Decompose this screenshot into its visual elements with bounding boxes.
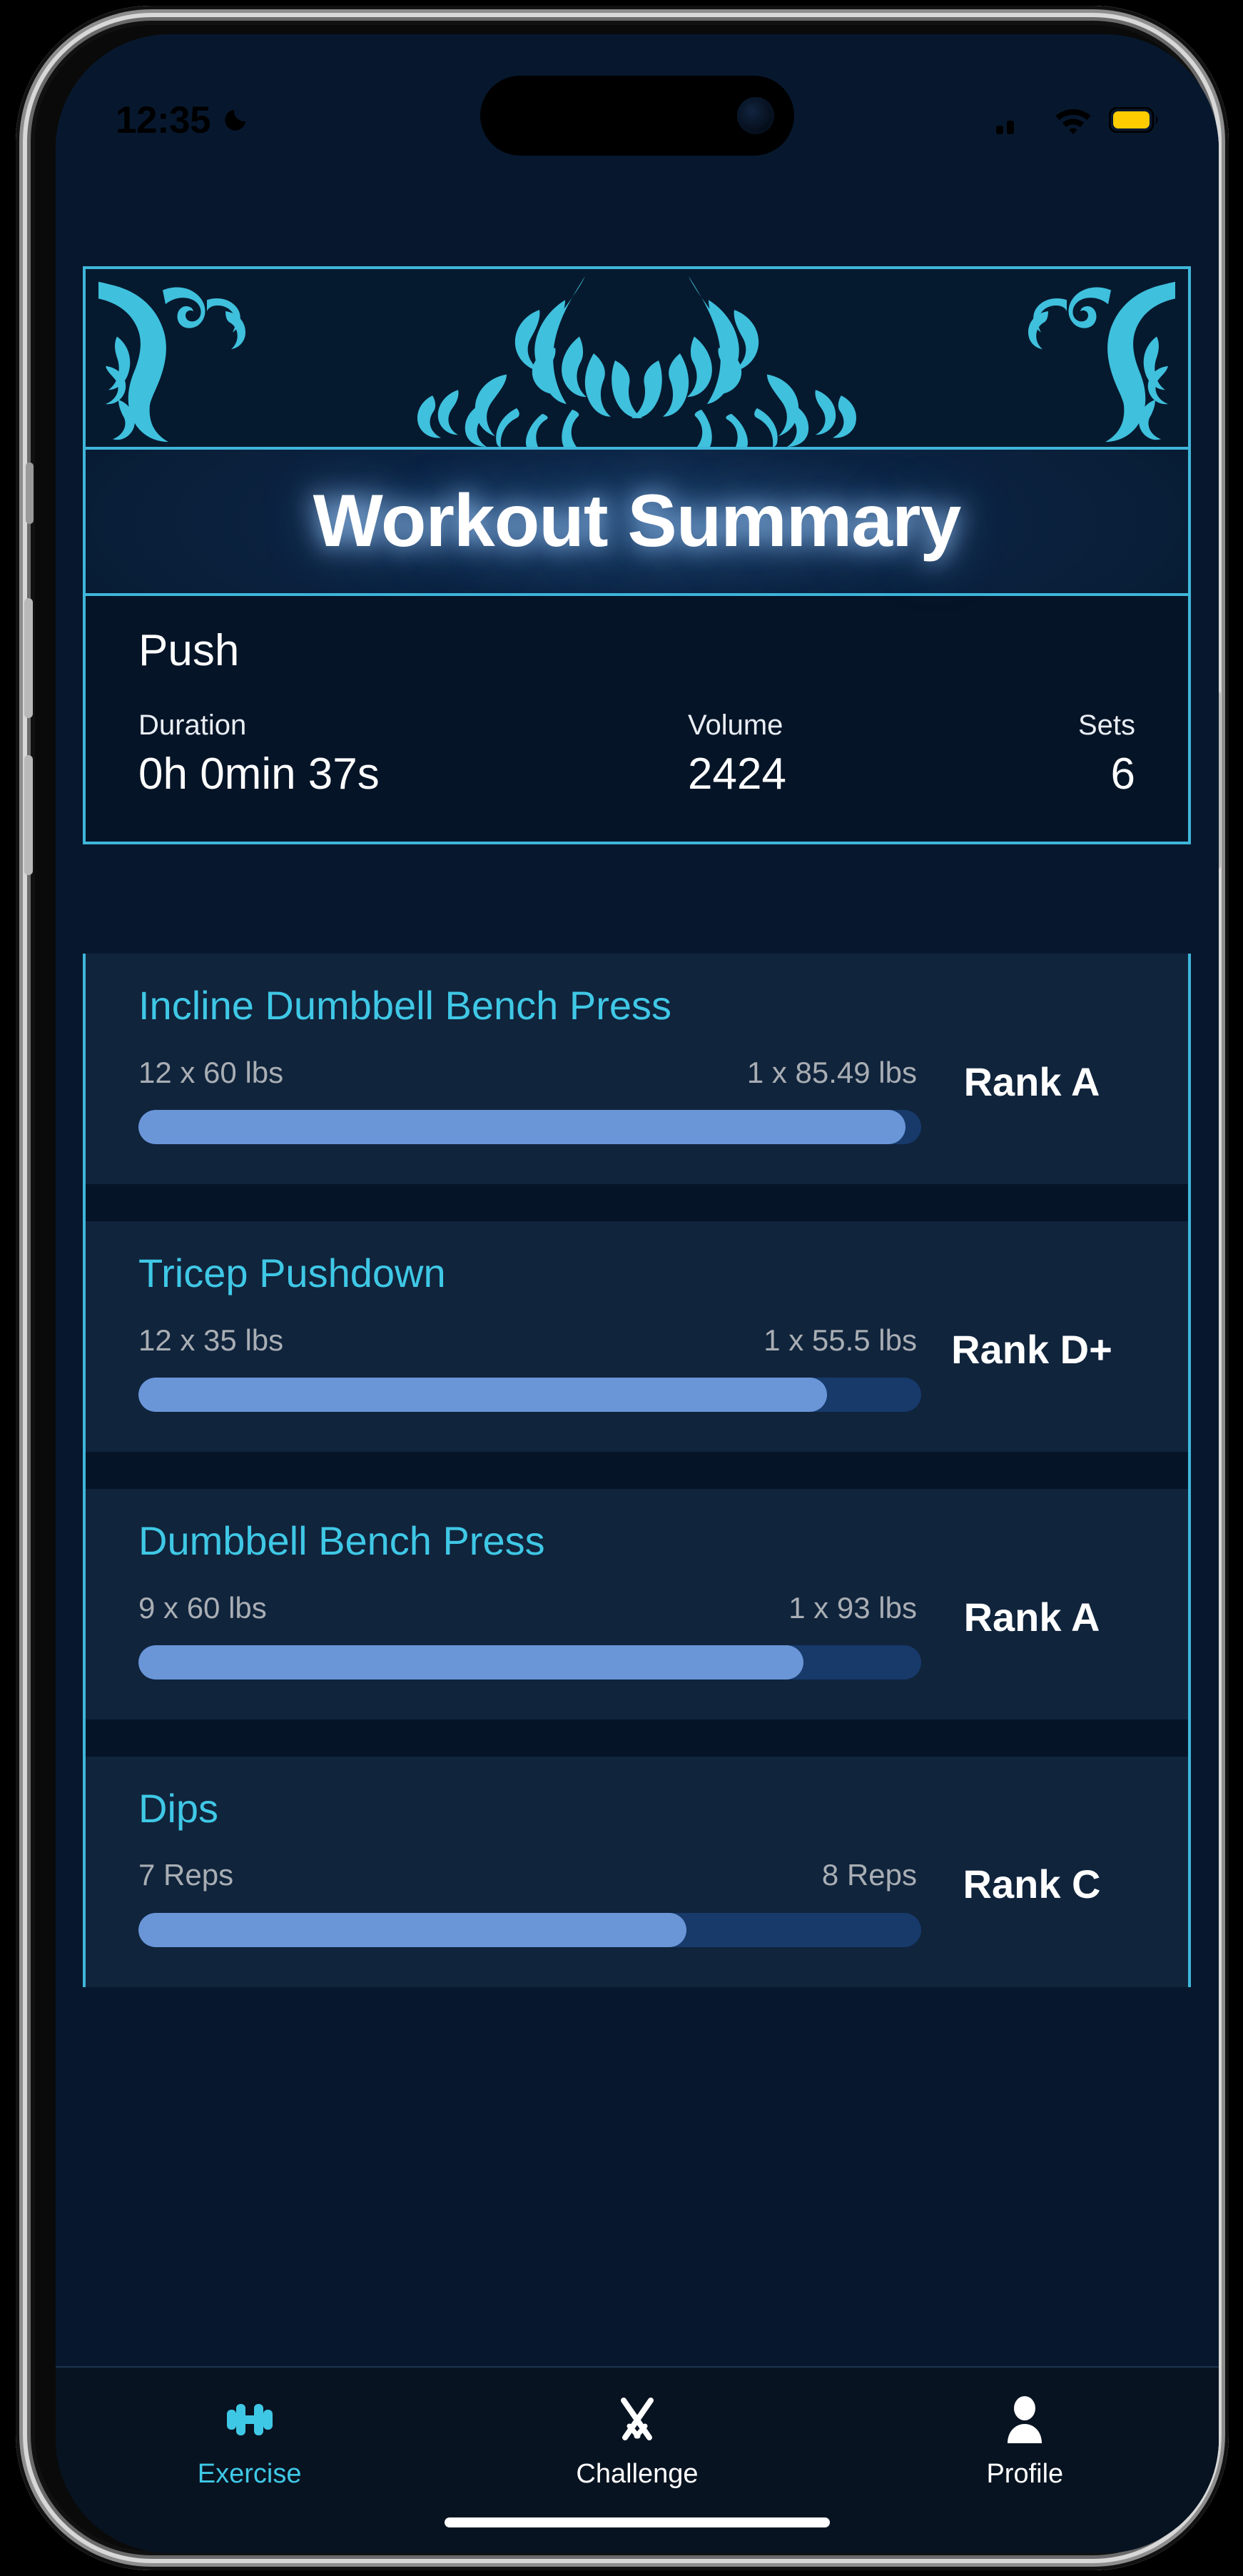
- exercise-list: Incline Dumbbell Bench Press 12 x 60 lbs 1…: [83, 954, 1191, 1987]
- stat-duration-value: 0h 0min 37s: [138, 749, 380, 799]
- set-left: 9 x 60 lbs: [138, 1590, 267, 1625]
- exercise-card[interactable]: Incline Dumbbell Bench Press 12 x 60 lbs 1…: [86, 954, 1188, 1184]
- tab-challenge[interactable]: Challenge: [443, 2396, 831, 2487]
- battery-icon: [1109, 107, 1158, 133]
- page-title: Workout Summary: [313, 480, 962, 562]
- exercise-card[interactable]: Dumbbell Bench Press 9 x 60 lbs 1 x 93 lbs…: [86, 1488, 1188, 1719]
- set-row: 12 x 60 lbs 1 x 85.49 lbs: [138, 1055, 921, 1089]
- status-icons: [996, 105, 1159, 135]
- dynamic-island: [480, 76, 794, 156]
- stat-volume-value: 2424: [688, 749, 786, 799]
- home-indicator[interactable]: [445, 2517, 830, 2527]
- tab-profile-label: Profile: [986, 2459, 1064, 2489]
- status-time: 12:35: [116, 99, 211, 141]
- exercise-body: 7 Reps 8 Reps Rank C: [138, 1859, 1135, 1947]
- stat-volume: Volume 2424: [688, 709, 1078, 797]
- card-separator: [86, 1183, 1188, 1221]
- stats-panel: Push Duration 0h 0min 37s Volume 2424 Se…: [86, 596, 1188, 842]
- progress-track: [138, 1645, 921, 1680]
- phone-frame: Workout Summary Push Duration 0h 0min 37…: [16, 6, 1229, 2570]
- exercise-name: Dumbbell Bench Press: [138, 1517, 545, 1563]
- set-left: 12 x 35 lbs: [138, 1323, 284, 1357]
- wifi-icon: [1055, 109, 1091, 135]
- stat-volume-label: Volume: [688, 709, 783, 742]
- volume-up-button[interactable]: [24, 598, 33, 718]
- crossed-swords-icon: [614, 2396, 661, 2443]
- exercise-card[interactable]: Dips 7 Reps 8 Reps Rank C: [86, 1756, 1188, 1987]
- set-left: 7 Reps: [138, 1858, 234, 1892]
- person-icon: [1005, 2396, 1045, 2443]
- rank-badge: Rank D+: [951, 1326, 1112, 1372]
- progress-fill: [138, 1109, 906, 1144]
- phone-screen: Workout Summary Push Duration 0h 0min 37…: [56, 34, 1219, 2553]
- tab-profile[interactable]: Profile: [831, 2396, 1219, 2487]
- stat-sets-label: Sets: [1077, 709, 1135, 742]
- title-panel: Workout Summary: [86, 450, 1188, 596]
- signal-bars-icon: [996, 108, 1035, 134]
- progress-fill: [138, 1645, 804, 1680]
- ornament-panel: [86, 269, 1188, 450]
- mute-switch-button[interactable]: [26, 463, 34, 524]
- set-row: 9 x 60 lbs 1 x 93 lbs: [138, 1592, 921, 1624]
- tab-challenge-label: Challenge: [576, 2459, 699, 2489]
- exercise-metrics: 7 Reps 8 Reps: [138, 1859, 921, 1947]
- exercise-name: Dips: [138, 1785, 219, 1831]
- set-row: 12 x 35 lbs 1 x 55.5 lbs: [138, 1323, 921, 1357]
- workout-name: Push: [138, 626, 240, 675]
- progress-track: [138, 1377, 921, 1412]
- workout-summary-card: Workout Summary Push Duration 0h 0min 37…: [83, 266, 1191, 845]
- exercise-metrics: 12 x 60 lbs 1 x 85.49 lbs: [138, 1055, 921, 1144]
- set-right: 1 x 85.49 lbs: [746, 1055, 917, 1089]
- stat-sets: Sets 6: [1078, 709, 1135, 797]
- exercise-metrics: 12 x 35 lbs 1 x 55.5 lbs: [138, 1323, 921, 1412]
- exercise-name: Tricep Pushdown: [138, 1250, 446, 1295]
- moon-icon: [225, 109, 246, 131]
- filigree-flourish-ornament-icon: [98, 276, 1175, 447]
- progress-track: [138, 1912, 921, 1947]
- status-time-group: 12:35: [116, 101, 249, 139]
- exercise-body: 12 x 60 lbs 1 x 85.49 lbs Rank A: [138, 1055, 1135, 1144]
- dumbbell-icon: [224, 2396, 275, 2443]
- set-right: 8 Reps: [821, 1858, 917, 1892]
- set-left: 12 x 60 lbs: [138, 1055, 284, 1089]
- exercise-body: 9 x 60 lbs 1 x 93 lbs Rank A: [138, 1592, 1135, 1680]
- set-right: 1 x 93 lbs: [788, 1590, 917, 1625]
- progress-fill: [138, 1912, 686, 1947]
- stats-row: Duration 0h 0min 37s Volume 2424 Sets 6: [138, 709, 1135, 797]
- progress-fill: [138, 1377, 828, 1412]
- exercise-card[interactable]: Tricep Pushdown 12 x 35 lbs 1 x 55.5 lbs Ra…: [86, 1221, 1188, 1452]
- app-content: Workout Summary Push Duration 0h 0min 37…: [56, 34, 1219, 2553]
- card-separator: [86, 1719, 1188, 1757]
- tab-exercise[interactable]: Exercise: [56, 2396, 443, 2487]
- exercise-name: Incline Dumbbell Bench Press: [138, 983, 672, 1028]
- exercise-metrics: 9 x 60 lbs 1 x 93 lbs: [138, 1592, 921, 1680]
- rank-badge: Rank A: [963, 1594, 1100, 1640]
- set-row: 7 Reps 8 Reps: [138, 1859, 921, 1891]
- card-separator: [86, 1451, 1188, 1489]
- exercise-body: 12 x 35 lbs 1 x 55.5 lbs Rank D+: [138, 1323, 1135, 1412]
- progress-track: [138, 1109, 921, 1144]
- front-camera-icon: [737, 97, 774, 134]
- volume-down-button[interactable]: [24, 755, 33, 875]
- rank-badge: Rank A: [963, 1059, 1100, 1104]
- rank-badge: Rank C: [963, 1862, 1101, 1907]
- set-right: 1 x 55.5 lbs: [763, 1323, 917, 1357]
- stat-sets-value: 6: [1110, 749, 1135, 799]
- stat-duration-label: Duration: [138, 709, 247, 742]
- tab-exercise-label: Exercise: [197, 2459, 302, 2489]
- stat-duration: Duration 0h 0min 37s: [138, 709, 688, 797]
